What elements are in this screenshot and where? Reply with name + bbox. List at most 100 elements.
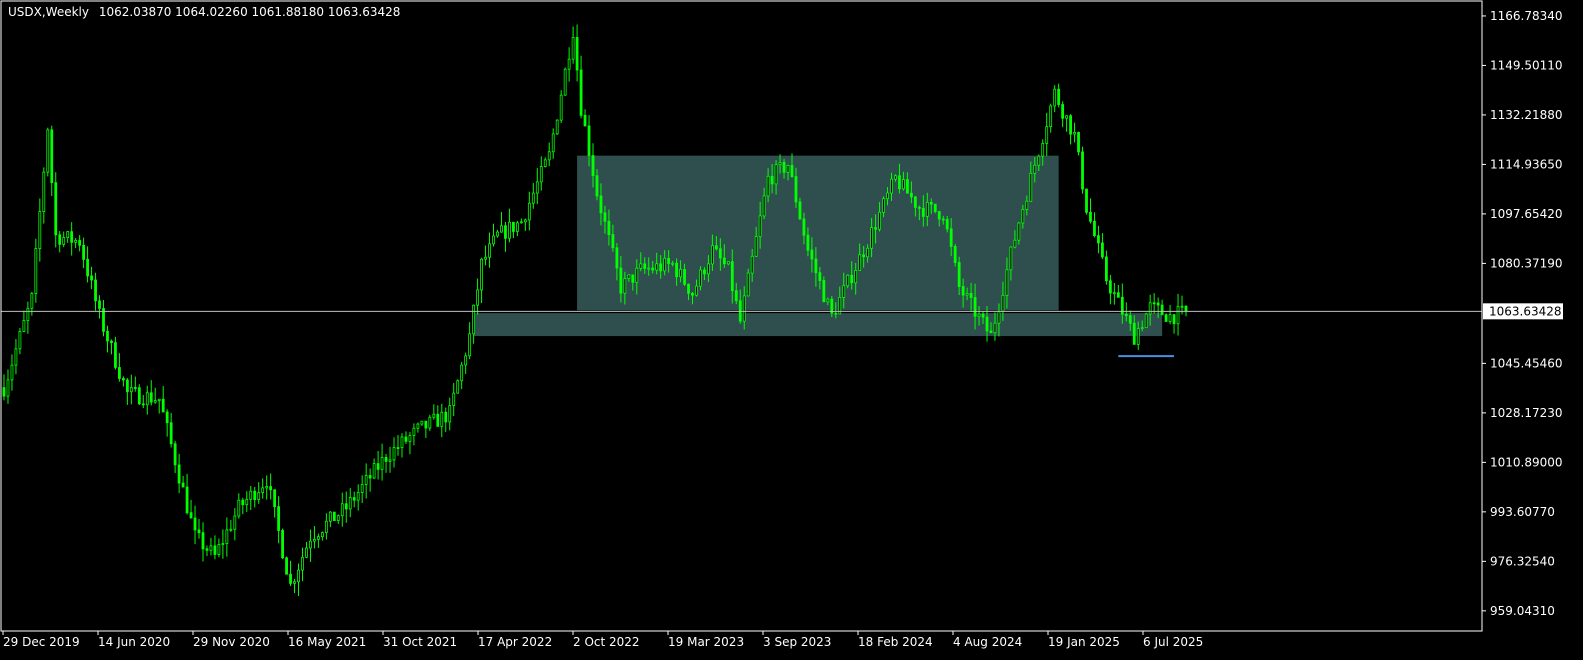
candle [185,473,189,515]
candle-body [687,283,690,294]
candle-body [492,235,495,245]
x-tick-label: 29 Dec 2019 [3,635,80,649]
candle-body [639,263,643,269]
y-tick-label: 1132.21880 [1490,108,1563,122]
candle-body [519,221,523,224]
x-tick-label: 3 Sep 2023 [763,635,831,649]
candle-body [993,322,997,334]
candle-body [332,511,336,521]
candle-body [265,486,269,489]
candle [1049,103,1053,133]
candle-body [675,262,678,278]
candle-body [480,258,483,291]
candle-body [615,247,619,269]
candle-body [547,151,551,161]
candle-body [504,225,507,239]
candle-body [989,330,993,334]
candle-body [412,427,416,436]
range-box[interactable] [577,155,1059,311]
candle [165,409,169,437]
candle-body [563,68,567,96]
candle-body [671,262,675,265]
candle-body [66,231,70,238]
candle-body [106,330,109,342]
candle-body [1132,322,1136,345]
candle-body [165,411,169,424]
candle-body [997,310,1001,324]
support-zone[interactable] [473,313,1163,337]
candle [110,339,113,355]
candle [157,398,161,414]
candle-body [786,164,790,173]
candle [332,511,336,521]
candle-body [913,196,917,208]
candle-body [714,245,718,250]
candle [201,522,205,562]
candle-body [90,275,93,281]
candle-body [70,231,74,243]
candle-body [929,201,933,205]
candle-body [527,202,531,221]
candle-body [1124,313,1128,317]
candle [6,369,10,404]
candle-body [392,447,396,461]
candle-body [571,37,575,60]
candle-body [515,222,519,232]
candle-body [583,114,587,127]
candle-body [762,195,766,217]
candle-body [508,221,511,239]
candle-body [408,435,412,442]
candle-body [253,490,257,501]
candle-body [472,304,476,335]
candle [512,221,515,239]
candle-body [973,297,977,317]
candle-body [1029,172,1033,202]
candle-body [320,532,324,538]
x-tick-label: 6 Jul 2025 [1143,635,1203,649]
candle-body [894,175,897,180]
candle [531,183,535,209]
candle [225,517,229,557]
candle-body [221,543,225,545]
price-chart[interactable]: USDX,Weekly 1062.03870 1064.02260 1061.8… [0,0,1583,660]
y-tick-label: 1149.50110 [1490,58,1563,72]
candle-body [822,280,826,303]
candle [133,376,137,392]
candle-body [782,162,786,173]
candle-body [26,307,30,322]
candle-body [651,267,655,271]
candle [26,301,30,334]
x-axis: 29 Dec 2019 14 Jun 2020 29 Nov 2020 16 May … [2,631,1203,649]
candle-body [476,289,479,306]
candle [1172,314,1176,334]
candle [412,423,416,446]
candle-body [484,256,487,260]
candle [380,443,384,481]
candle-body [917,206,921,209]
candle [141,395,145,409]
candle [575,24,579,82]
candle-body [814,258,818,274]
candle-body [416,423,420,429]
candle-body [185,486,189,514]
candle-body [289,573,292,584]
candle [58,230,62,253]
candle [102,300,105,337]
candle-body [496,231,499,237]
y-tick-label: 1080.37190 [1490,256,1563,270]
candle [1073,122,1076,143]
y-tick-label: 1114.93650 [1490,157,1563,171]
candle-body [285,557,288,575]
candle-body [945,219,949,230]
candle-body [364,475,368,485]
candle-body [961,286,965,296]
candle [356,484,360,511]
candle-body [1112,292,1116,295]
candle [273,489,277,518]
candle-body [818,272,822,281]
candle-body [683,269,686,285]
candle-body [691,292,694,296]
candle-body [237,499,241,517]
candle-body [102,308,105,332]
candle [432,404,436,420]
